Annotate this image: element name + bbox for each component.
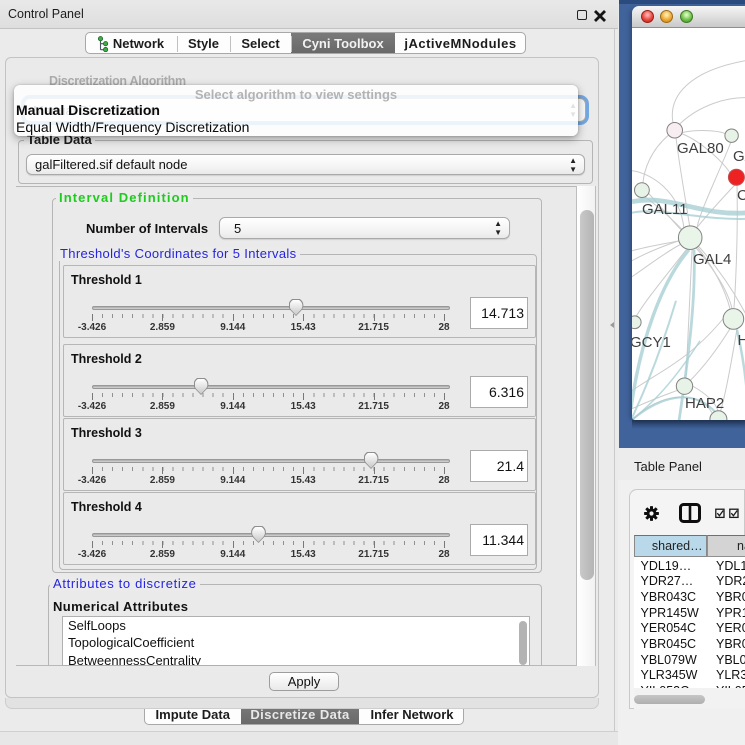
svg-text:HAP2: HAP2 xyxy=(685,394,724,411)
svg-text:GAL11: GAL11 xyxy=(642,200,688,217)
svg-text:CYC: CYC xyxy=(737,186,745,203)
svg-text:GAL80: GAL80 xyxy=(677,139,724,156)
svg-text:GAL4: GAL4 xyxy=(693,250,731,267)
svg-text:HIS: HIS xyxy=(738,331,745,348)
svg-text:GCY1: GCY1 xyxy=(632,333,671,350)
svg-text:GAL7: GAL7 xyxy=(733,147,745,164)
